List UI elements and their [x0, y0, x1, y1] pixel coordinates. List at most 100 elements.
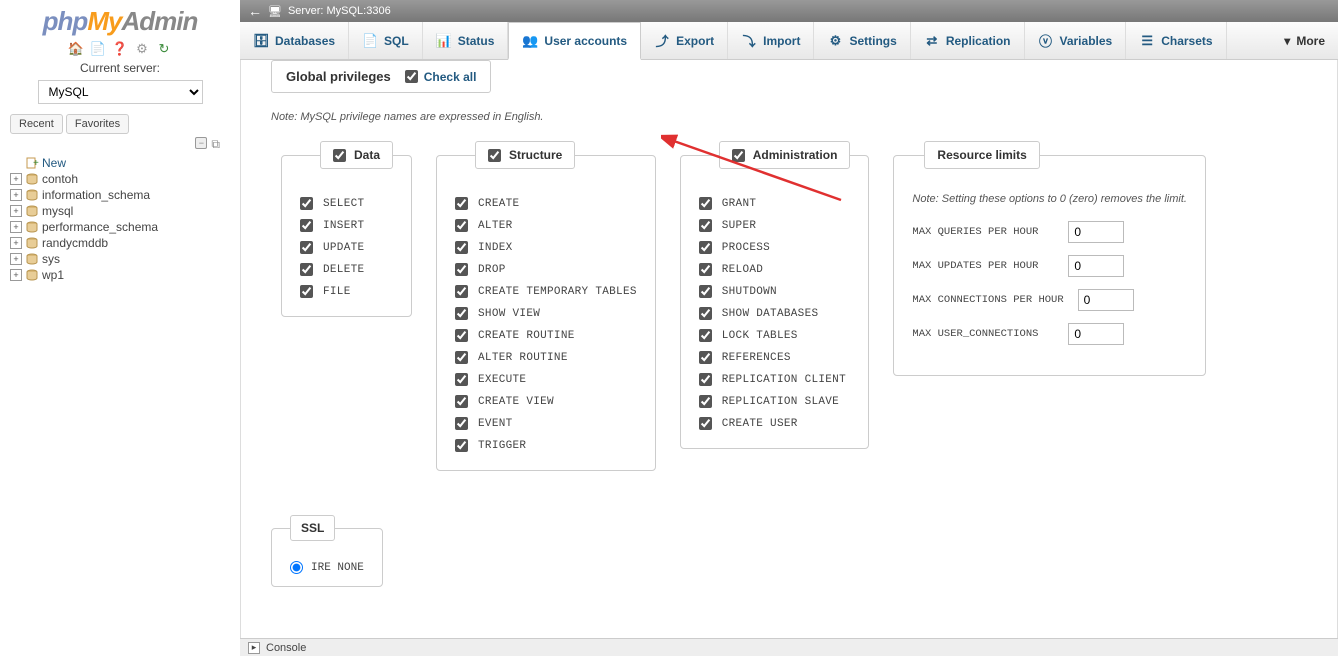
nav-databases[interactable]: 🗄Databases [240, 22, 349, 59]
nav-charsets[interactable]: ☰Charsets [1126, 22, 1226, 59]
privilege-item[interactable]: TRIGGER [455, 439, 637, 452]
privilege-checkbox[interactable] [699, 241, 712, 254]
privilege-checkbox[interactable] [699, 395, 712, 408]
server-select[interactable]: MySQL [38, 80, 203, 104]
privilege-item[interactable]: EXECUTE [455, 373, 637, 386]
home-icon[interactable]: 🏠 [68, 41, 84, 57]
tree-db-item[interactable]: +performance_schema [10, 219, 230, 235]
privilege-checkbox[interactable] [699, 417, 712, 430]
privilege-item[interactable]: CREATE TEMPORARY TABLES [455, 285, 637, 298]
privilege-checkbox[interactable] [699, 219, 712, 232]
privilege-checkbox[interactable] [455, 417, 468, 430]
resource-limit-input[interactable] [1068, 221, 1124, 243]
reload-icon[interactable]: ↻ [156, 41, 172, 57]
console-expand-icon[interactable]: ▸ [248, 642, 260, 654]
privilege-checkbox[interactable] [300, 241, 313, 254]
check-all-checkbox[interactable] [405, 70, 418, 83]
privilege-item[interactable]: EVENT [455, 417, 637, 430]
privilege-item[interactable]: ALTER ROUTINE [455, 351, 637, 364]
tree-db-item[interactable]: +mysql [10, 203, 230, 219]
expand-icon[interactable]: + [10, 205, 22, 217]
privilege-item[interactable]: ALTER [455, 219, 637, 232]
ssl-require-none[interactable]: IRE NONE [290, 561, 364, 574]
privilege-item[interactable]: CREATE [455, 197, 637, 210]
privilege-checkbox[interactable] [455, 329, 468, 342]
nav-more[interactable]: ▾More [1271, 22, 1338, 59]
privilege-item[interactable]: GRANT [699, 197, 851, 210]
privilege-checkbox[interactable] [455, 241, 468, 254]
resource-limit-input[interactable] [1068, 323, 1124, 345]
nav-user-accounts[interactable]: 👥User accounts [508, 22, 641, 60]
tree-db-item[interactable]: +wp1 [10, 267, 230, 283]
tab-favorites[interactable]: Favorites [66, 114, 129, 134]
privilege-checkbox[interactable] [455, 307, 468, 320]
privilege-checkbox[interactable] [455, 285, 468, 298]
privilege-checkbox[interactable] [300, 197, 313, 210]
ssl-require-none-radio[interactable] [290, 561, 303, 574]
privilege-checkbox[interactable] [455, 395, 468, 408]
priv-admin-checkall[interactable] [732, 149, 745, 162]
nav-variables[interactable]: ⓥVariables [1025, 22, 1127, 59]
privilege-item[interactable]: CREATE USER [699, 417, 851, 430]
tree-db-item[interactable]: +sys [10, 251, 230, 267]
privilege-item[interactable]: REPLICATION SLAVE [699, 395, 851, 408]
privilege-item[interactable]: LOCK TABLES [699, 329, 851, 342]
privilege-item[interactable]: DROP [455, 263, 637, 276]
console-label[interactable]: Console [266, 642, 306, 654]
privilege-item[interactable]: CREATE VIEW [455, 395, 637, 408]
privilege-item[interactable]: FILE [300, 285, 393, 298]
privilege-checkbox[interactable] [699, 263, 712, 276]
privilege-checkbox[interactable] [455, 263, 468, 276]
logout-icon[interactable]: 📄 [90, 41, 106, 57]
privilege-checkbox[interactable] [455, 373, 468, 386]
privilege-item[interactable]: SHOW VIEW [455, 307, 637, 320]
privilege-checkbox[interactable] [699, 285, 712, 298]
tree-new[interactable]: + New [10, 155, 230, 171]
privilege-item[interactable]: SHOW DATABASES [699, 307, 851, 320]
nav-settings[interactable]: ⚙Settings [814, 22, 910, 59]
docs-icon[interactable]: ❓ [112, 41, 128, 57]
resource-limit-input[interactable] [1068, 255, 1124, 277]
privilege-item[interactable]: PROCESS [699, 241, 851, 254]
collapse-all-icon[interactable]: − [195, 137, 207, 149]
privilege-checkbox[interactable] [699, 373, 712, 386]
privilege-checkbox[interactable] [455, 439, 468, 452]
priv-group-data-legend[interactable]: Data [320, 141, 393, 169]
privilege-checkbox[interactable] [699, 307, 712, 320]
nav-back-icon[interactable]: ← [248, 3, 262, 19]
priv-structure-checkall[interactable] [488, 149, 501, 162]
nav-export[interactable]: ⤴Export [641, 22, 728, 59]
privilege-checkbox[interactable] [455, 351, 468, 364]
check-all-label[interactable]: Check all [405, 70, 477, 84]
privilege-checkbox[interactable] [300, 219, 313, 232]
resource-limit-input[interactable] [1078, 289, 1134, 311]
privilege-item[interactable]: CREATE ROUTINE [455, 329, 637, 342]
nav-sql[interactable]: 📄SQL [349, 22, 423, 59]
privilege-checkbox[interactable] [300, 263, 313, 276]
privilege-item[interactable]: REPLICATION CLIENT [699, 373, 851, 386]
link-icon[interactable]: ⧉ [211, 137, 220, 152]
tab-recent[interactable]: Recent [10, 114, 63, 134]
privilege-checkbox[interactable] [699, 351, 712, 364]
expand-icon[interactable]: + [10, 253, 22, 265]
tree-db-item[interactable]: +information_schema [10, 187, 230, 203]
privilege-item[interactable]: INSERT [300, 219, 393, 232]
expand-icon[interactable]: + [10, 173, 22, 185]
privilege-checkbox[interactable] [699, 197, 712, 210]
tree-db-item[interactable]: +randycmddb [10, 235, 230, 251]
priv-group-structure-legend[interactable]: Structure [475, 141, 575, 169]
privilege-item[interactable]: SHUTDOWN [699, 285, 851, 298]
privilege-checkbox[interactable] [699, 329, 712, 342]
privilege-item[interactable]: REFERENCES [699, 351, 851, 364]
privilege-item[interactable]: RELOAD [699, 263, 851, 276]
privilege-checkbox[interactable] [455, 219, 468, 232]
privilege-item[interactable]: INDEX [455, 241, 637, 254]
privilege-checkbox[interactable] [300, 285, 313, 298]
privilege-item[interactable]: UPDATE [300, 241, 393, 254]
tree-db-item[interactable]: +contoh [10, 171, 230, 187]
nav-replication[interactable]: ⇄Replication [911, 22, 1025, 59]
expand-icon[interactable]: + [10, 269, 22, 281]
nav-status[interactable]: 📊Status [423, 22, 509, 59]
privilege-item[interactable]: SELECT [300, 197, 393, 210]
expand-icon[interactable]: + [10, 237, 22, 249]
